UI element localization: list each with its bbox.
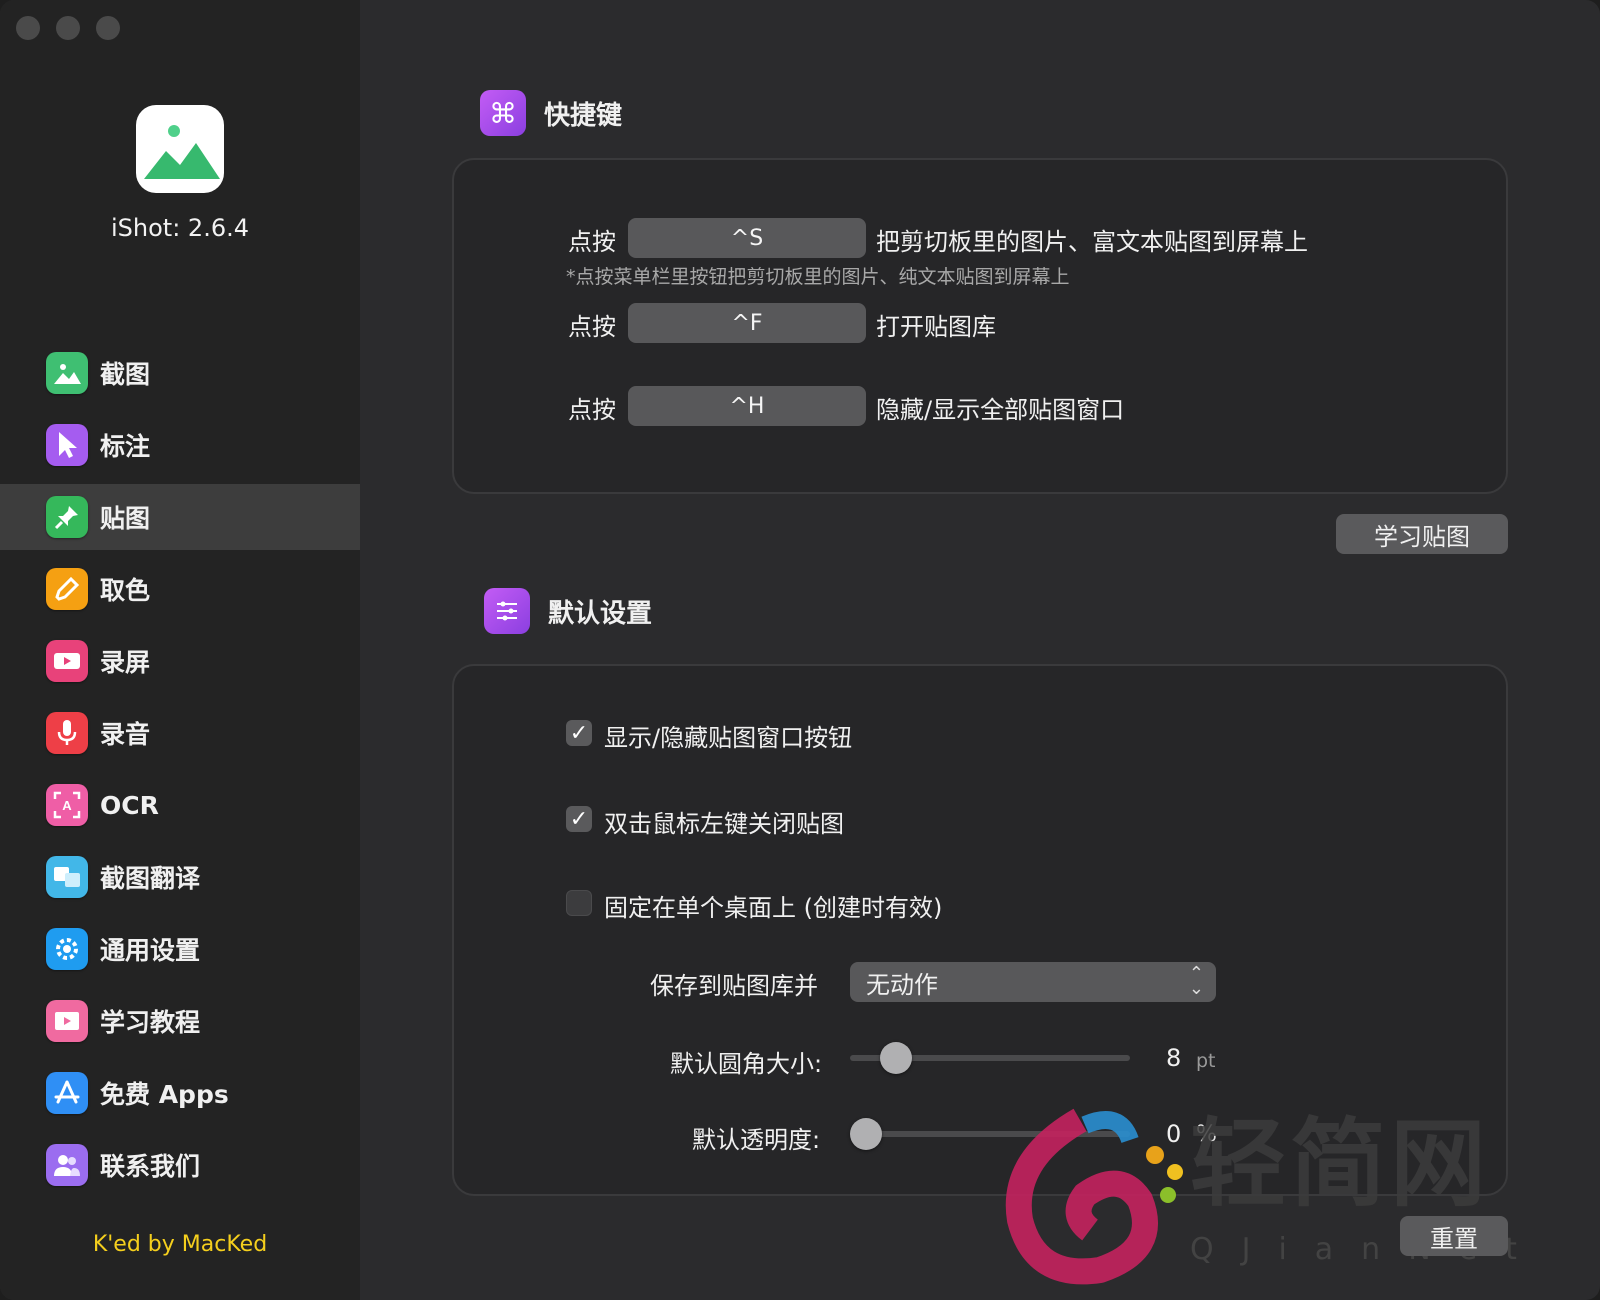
sidebar-item-label: 通用设置	[100, 936, 201, 965]
corner-radius-label: 默认圆角大小:	[670, 1050, 823, 1078]
sidebar-item-ocr[interactable]: A OCR	[0, 772, 360, 838]
shortcuts-header: ⌘ 快捷键	[480, 90, 622, 136]
watermark-text: 轻简网	[1190, 1108, 1490, 1220]
defaults-title: 默认设置	[548, 598, 653, 629]
main-content: ⌘ 快捷键 点按 ^S 把剪切板里的图片、富文本贴图到屏幕上 *点按菜单栏里按钮…	[360, 0, 1600, 1300]
close-window-button[interactable]	[16, 16, 40, 40]
shortcut-description: 打开贴图库	[876, 313, 996, 341]
checkbox-show-hide-buttons[interactable]: ✓	[566, 720, 592, 746]
sidebar-item-label: 录音	[100, 720, 151, 749]
opacity-slider-knob[interactable]	[850, 1118, 882, 1150]
corner-radius-unit: pt	[1196, 1050, 1216, 1072]
sidebar-item-label: 联系我们	[100, 1152, 201, 1181]
sliders-icon	[484, 588, 530, 634]
minimize-window-button[interactable]	[56, 16, 80, 40]
save-to-library-label: 保存到贴图库并	[650, 972, 818, 1000]
window-controls	[16, 16, 120, 40]
shortcut-prefix: 点按	[568, 228, 616, 256]
sidebar-item-label: 贴图	[100, 504, 151, 533]
corner-radius-value: 8	[1166, 1044, 1182, 1072]
eyedropper-icon	[46, 568, 88, 610]
cursor-icon	[46, 424, 88, 466]
app-version: iShot: 2.6.4	[111, 214, 249, 242]
chevron-updown-icon: ⌃ ⌄	[1188, 963, 1204, 999]
sidebar-item-pin[interactable]: 贴图	[0, 484, 360, 550]
ocr-icon: A	[46, 784, 88, 826]
sidebar-item-label: 免费 Apps	[100, 1080, 229, 1109]
shortcuts-panel: 点按 ^S 把剪切板里的图片、富文本贴图到屏幕上 *点按菜单栏里按钮把剪切板里的…	[452, 158, 1508, 494]
save-action-select[interactable]: 无动作 ⌃ ⌄	[850, 962, 1216, 1002]
landscape-icon	[46, 352, 88, 394]
checkbox-pin-single-desktop[interactable]	[566, 890, 592, 916]
sidebar-item-label: 录屏	[100, 648, 151, 677]
sidebar: iShot: 2.6.4 截图 标注 贴图 取色 录屏 录音 A OCR 截图翻…	[0, 0, 360, 1300]
command-key-icon: ⌘	[480, 90, 526, 136]
sidebar-item-general-settings[interactable]: 通用设置	[0, 916, 360, 982]
svg-text:A: A	[62, 798, 72, 813]
learn-pin-button[interactable]: 学习贴图	[1336, 514, 1508, 554]
corner-radius-slider-knob[interactable]	[879, 1042, 912, 1074]
shortcut-key-field-toggle[interactable]: ^H	[628, 386, 866, 426]
shortcut-prefix: 点按	[568, 396, 616, 424]
app-window: iShot: 2.6.4 截图 标注 贴图 取色 录屏 录音 A OCR 截图翻…	[0, 0, 1600, 1300]
shortcut-prefix: 点按	[568, 313, 616, 341]
sidebar-item-color-picker[interactable]: 取色	[0, 556, 360, 622]
microphone-icon	[46, 712, 88, 754]
zoom-window-button[interactable]	[96, 16, 120, 40]
pin-icon	[46, 496, 88, 538]
sidebar-item-label: 截图	[100, 360, 151, 389]
reset-button[interactable]: 重置	[1400, 1216, 1508, 1256]
checkbox-label: 显示/隐藏贴图窗口按钮	[604, 724, 853, 752]
sidebar-item-screenshot[interactable]: 截图	[0, 340, 360, 406]
video-icon	[46, 640, 88, 682]
sidebar-item-audio-record[interactable]: 录音	[0, 700, 360, 766]
credit-text: K'ed by MacKed	[92, 1232, 268, 1257]
people-icon	[46, 1144, 88, 1186]
shortcut-description: 把剪切板里的图片、富文本贴图到屏幕上	[876, 228, 1308, 256]
tutorial-icon	[46, 1000, 88, 1042]
sidebar-item-screen-record[interactable]: 录屏	[0, 628, 360, 694]
checkbox-double-click-close[interactable]: ✓	[566, 806, 592, 832]
app-store-icon	[46, 1072, 88, 1114]
shortcuts-title: 快捷键	[544, 100, 623, 131]
sidebar-item-free-apps[interactable]: 免费 Apps	[0, 1060, 360, 1126]
checkbox-label: 双击鼠标左键关闭贴图	[604, 810, 844, 838]
shortcut-hint: *点按菜单栏里按钮把剪切板里的图片、纯文本贴图到屏幕上	[566, 266, 1070, 288]
sidebar-item-contact[interactable]: 联系我们	[0, 1132, 360, 1198]
save-action-value: 无动作	[866, 970, 938, 999]
shortcut-key-field-library[interactable]: ^F	[628, 303, 866, 343]
sidebar-item-label: 标注	[100, 432, 151, 461]
sidebar-item-translate[interactable]: 截图翻译	[0, 844, 360, 910]
sidebar-item-label: 取色	[100, 576, 151, 605]
opacity-label: 默认透明度:	[692, 1126, 821, 1154]
sidebar-item-label: 截图翻译	[100, 864, 201, 893]
gear-icon	[46, 928, 88, 970]
sidebar-item-tutorials[interactable]: 学习教程	[0, 988, 360, 1054]
sidebar-item-label: OCR	[100, 790, 159, 820]
translate-icon	[46, 856, 88, 898]
sidebar-item-label: 学习教程	[100, 1008, 201, 1037]
defaults-header: 默认设置	[484, 588, 652, 634]
sidebar-nav: 截图 标注 贴图 取色 录屏 录音 A OCR 截图翻译 通用设置 学习教程 免…	[0, 340, 360, 1204]
app-logo-icon	[136, 105, 224, 193]
shortcut-description: 隐藏/显示全部贴图窗口	[876, 396, 1125, 424]
checkbox-label: 固定在单个桌面上 (创建时有效)	[604, 894, 943, 922]
shortcut-key-field-paste[interactable]: ^S	[628, 218, 866, 258]
sidebar-item-annotate[interactable]: 标注	[0, 412, 360, 478]
